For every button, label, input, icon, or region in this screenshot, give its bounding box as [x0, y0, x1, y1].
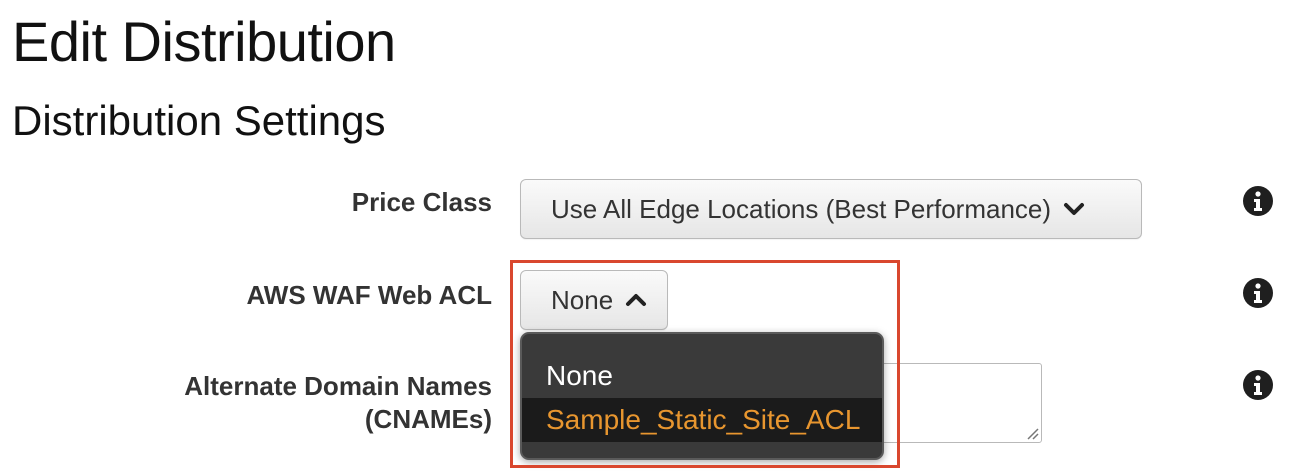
waf-web-acl-value: None	[551, 284, 614, 315]
price-class-label: Price Class	[351, 187, 492, 217]
alternate-domain-names-label-line1: Alternate Domain Names	[184, 371, 492, 401]
section-title: Distribution Settings	[12, 97, 386, 144]
info-icon[interactable]	[1242, 369, 1274, 401]
price-class-value: Use All Edge Locations (Best Performance…	[551, 193, 1052, 224]
chevron-up-icon	[625, 293, 647, 307]
info-icon[interactable]	[1242, 185, 1274, 217]
dropdown-option-none[interactable]: None	[522, 354, 882, 398]
alternate-domain-names-label-line2: (CNAMEs)	[364, 404, 492, 434]
chevron-down-icon	[1063, 202, 1085, 216]
resize-handle-icon[interactable]	[1025, 426, 1039, 440]
info-icon[interactable]	[1242, 277, 1274, 309]
waf-web-acl-label: AWS WAF Web ACL	[246, 280, 492, 310]
edit-distribution-page: Edit Distribution Distribution Settings …	[0, 0, 1298, 476]
price-class-select[interactable]: Use All Edge Locations (Best Performance…	[520, 179, 1142, 239]
page-title: Edit Distribution	[12, 10, 396, 73]
waf-web-acl-select[interactable]: None	[520, 270, 668, 330]
dropdown-option-sample-static-site-acl[interactable]: Sample_Static_Site_ACL	[522, 398, 882, 442]
waf-web-acl-dropdown-menu: None Sample_Static_Site_ACL	[520, 332, 884, 460]
alternate-domain-names-label: Alternate Domain Names (CNAMEs)	[184, 370, 492, 436]
